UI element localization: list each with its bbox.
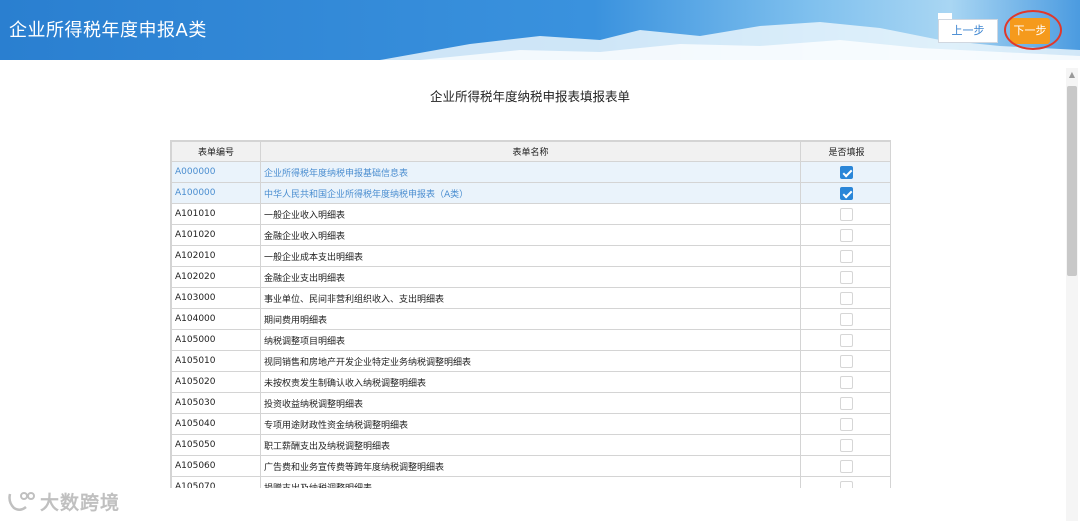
- prev-step-button[interactable]: 上一步: [938, 19, 998, 43]
- fill-checkbox-cell: [800, 182, 890, 204]
- form-code-cell: A102010: [171, 245, 261, 267]
- table-row[interactable]: A000000 企业所得税年度纳税申报基础信息表: [171, 161, 890, 183]
- form-code-cell: A105060: [171, 455, 261, 477]
- form-title: 企业所得税年度纳税申报表填报表单: [429, 89, 630, 104]
- form-code-cell: A105040: [171, 413, 261, 435]
- unchecked-checkbox[interactable]: [840, 438, 853, 452]
- form-name-link[interactable]: 一般企业成本支出明细表: [260, 245, 801, 267]
- fill-checkbox-cell: [800, 224, 890, 246]
- fill-checkbox-cell: [800, 287, 890, 309]
- unchecked-checkbox[interactable]: [840, 312, 853, 326]
- form-code-cell: A103000: [171, 287, 261, 309]
- table-row[interactable]: A105050 职工薪酬支出及纳税调整明细表: [171, 434, 890, 456]
- form-code-cell: A105050: [171, 434, 261, 456]
- form-code-cell: A101010: [171, 203, 261, 225]
- form-name-link[interactable]: 企业所得税年度纳税申报基础信息表: [260, 161, 801, 183]
- form-name-link[interactable]: 事业单位、民间非营利组织收入、支出明细表: [260, 287, 801, 309]
- watermark: 大数跨境: [6, 486, 120, 516]
- form-name-link[interactable]: 金融企业支出明细表: [260, 266, 801, 288]
- fill-checkbox-cell: [800, 350, 890, 372]
- form-name-link[interactable]: 中华人民共和国企业所得税年度纳税申报表（A类）: [260, 182, 801, 204]
- unchecked-checkbox[interactable]: [840, 375, 853, 389]
- unchecked-checkbox[interactable]: [840, 291, 853, 305]
- checked-checkbox[interactable]: [840, 165, 853, 179]
- page-title: 企业所得税年度申报A类: [9, 20, 207, 41]
- table-row[interactable]: A101020 金融企业收入明细表: [171, 224, 890, 246]
- form-name-link[interactable]: 专项用途财政性资金纳税调整明细表: [260, 413, 801, 435]
- form-name-link[interactable]: 纳税调整项目明细表: [260, 329, 801, 351]
- table-row[interactable]: A105060 广告费和业务宣传费等跨年度纳税调整明细表: [171, 455, 890, 477]
- scrollbar-thumb[interactable]: [1067, 86, 1077, 276]
- unchecked-checkbox[interactable]: [840, 480, 853, 488]
- form-name-link[interactable]: 一般企业收入明细表: [260, 203, 801, 225]
- fill-checkbox-cell: [800, 455, 890, 477]
- fill-checkbox-cell: [800, 434, 890, 456]
- table-header-row: 表单编号 表单名称 是否填报: [171, 141, 890, 162]
- table-row[interactable]: A105020 未按权责发生制确认收入纳税调整明细表: [171, 371, 890, 393]
- fill-checkbox-cell: [800, 161, 890, 183]
- fill-checkbox-cell: [800, 413, 890, 435]
- table-row[interactable]: A105040 专项用途财政性资金纳税调整明细表: [171, 413, 890, 435]
- form-code-cell: A105020: [171, 371, 261, 393]
- fill-checkbox-cell: [800, 476, 890, 488]
- form-code-cell: A105010: [171, 350, 261, 372]
- table-row[interactable]: A105030 投资收益纳税调整明细表: [171, 392, 890, 414]
- table-row[interactable]: A102010 一般企业成本支出明细表: [171, 245, 890, 267]
- form-name-link[interactable]: 金融企业收入明细表: [260, 224, 801, 246]
- unchecked-checkbox[interactable]: [840, 354, 853, 368]
- fill-checkbox-cell: [800, 266, 890, 288]
- table-row[interactable]: A100000 中华人民共和国企业所得税年度纳税申报表（A类）: [171, 182, 890, 204]
- scroll-up-arrow-icon[interactable]: ▲: [1067, 70, 1077, 80]
- unchecked-checkbox[interactable]: [840, 207, 853, 221]
- table-row[interactable]: A105070捐赠支出及纳税调整明细表: [171, 476, 890, 488]
- form-name-link[interactable]: 投资收益纳税调整明细表: [260, 392, 801, 414]
- unchecked-checkbox[interactable]: [840, 228, 853, 242]
- unchecked-checkbox[interactable]: [840, 249, 853, 263]
- form-table-container: 表单编号 表单名称 是否填报 A000000 企业所得税年度纳税申报基础信息表 A1…: [170, 140, 891, 488]
- fill-checkbox-cell: [800, 245, 890, 267]
- table-row[interactable]: A105000 纳税调整项目明细表: [171, 329, 890, 351]
- form-name-link[interactable]: 捐赠支出及纳税调整明细表: [260, 476, 801, 488]
- fill-checkbox-cell: [800, 203, 890, 225]
- column-header-name: 表单名称: [260, 141, 801, 162]
- unchecked-checkbox[interactable]: [840, 270, 853, 284]
- form-code-cell: A104000: [171, 308, 261, 330]
- table-row[interactable]: A105010 视同销售和房地产开发企业特定业务纳税调整明细表: [171, 350, 890, 372]
- form-code-cell: A100000: [171, 182, 261, 204]
- app-header: 企业所得税年度申报A类: [0, 0, 1080, 60]
- table-row[interactable]: A104000 期间费用明细表: [171, 308, 890, 330]
- form-table: 表单编号 表单名称 是否填报 A000000 企业所得税年度纳税申报基础信息表 A1…: [171, 141, 890, 488]
- watermark-text: 大数跨境: [40, 491, 121, 514]
- form-name-link[interactable]: 视同销售和房地产开发企业特定业务纳税调整明细表: [260, 350, 801, 372]
- unchecked-checkbox[interactable]: [840, 417, 853, 431]
- fill-checkbox-cell: [800, 308, 890, 330]
- unchecked-checkbox[interactable]: [840, 333, 853, 347]
- watermark-logo-icon: [8, 492, 35, 511]
- table-row[interactable]: A102020 金融企业支出明细表: [171, 266, 890, 288]
- form-code-cell: A000000: [171, 161, 261, 183]
- table-row[interactable]: A101010 一般企业收入明细表: [171, 203, 890, 225]
- fill-checkbox-cell: [800, 329, 890, 351]
- form-code-cell: A105070: [171, 476, 261, 488]
- form-name-link[interactable]: 期间费用明细表: [260, 308, 801, 330]
- unchecked-checkbox[interactable]: [840, 459, 853, 473]
- form-name-link[interactable]: 广告费和业务宣传费等跨年度纳税调整明细表: [260, 455, 801, 477]
- form-code-cell: A105030: [171, 392, 261, 414]
- unchecked-checkbox[interactable]: [840, 396, 853, 410]
- checked-checkbox[interactable]: [840, 186, 853, 200]
- next-step-button[interactable]: 下一步: [1010, 18, 1050, 44]
- form-name-link[interactable]: 职工薪酬支出及纳税调整明细表: [260, 434, 801, 456]
- column-header-code: 表单编号: [171, 141, 261, 162]
- form-code-cell: A102020: [171, 266, 261, 288]
- column-header-fill: 是否填报: [800, 141, 890, 162]
- form-name-link[interactable]: 未按权责发生制确认收入纳税调整明细表: [260, 371, 801, 393]
- table-row[interactable]: A103000 事业单位、民间非营利组织收入、支出明细表: [171, 287, 890, 309]
- form-code-cell: A105000: [171, 329, 261, 351]
- fill-checkbox-cell: [800, 371, 890, 393]
- form-code-cell: A101020: [171, 224, 261, 246]
- fill-checkbox-cell: [800, 392, 890, 414]
